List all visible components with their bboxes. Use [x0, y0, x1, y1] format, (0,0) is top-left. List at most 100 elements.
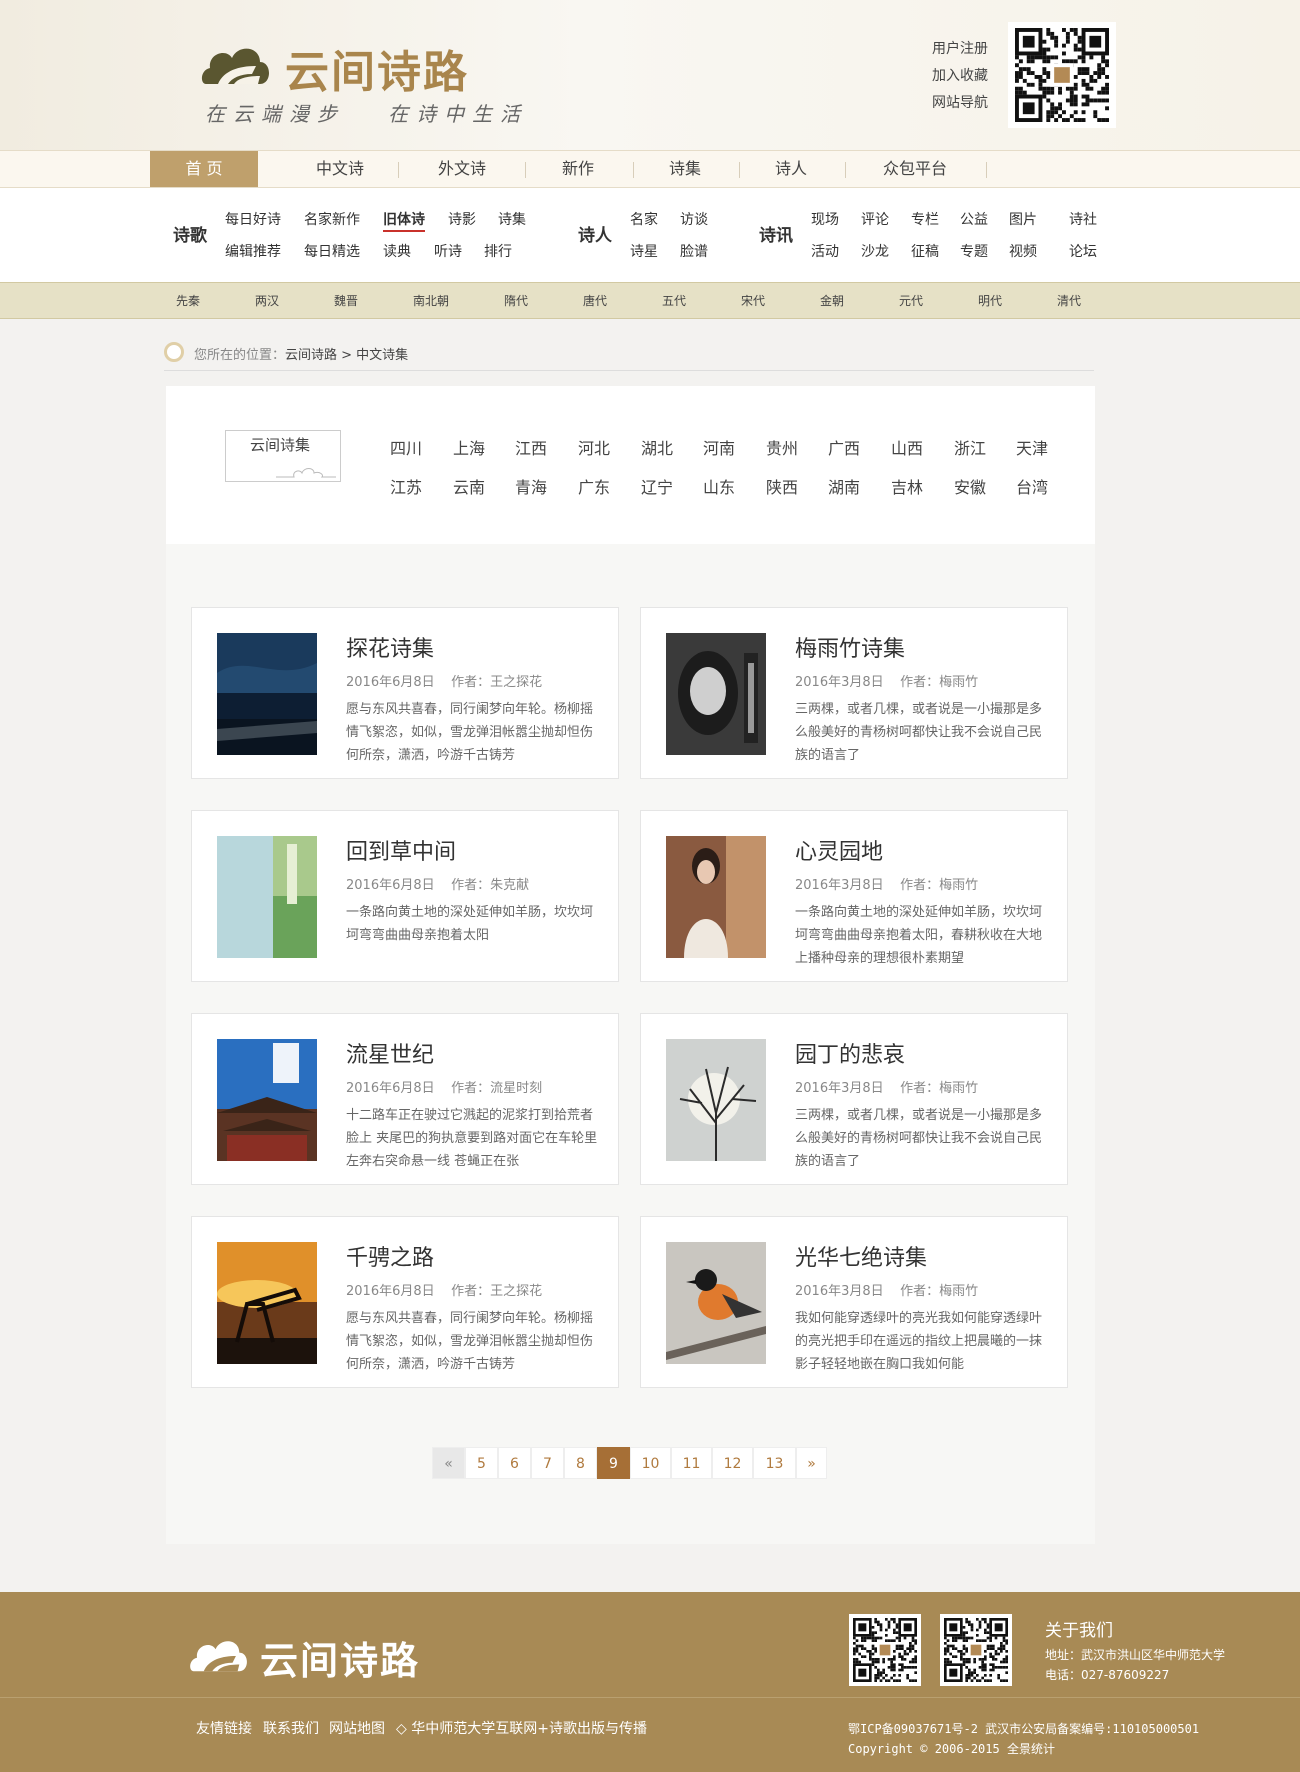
collection-card[interactable]: 千骋之路 2016年6月8日 作者：王之探花 愿与东风共喜春，同行阑梦向年轮。杨… — [191, 1216, 619, 1388]
dynasty-item[interactable]: 唐代 — [583, 292, 607, 309]
woman-portrait-thumbnail[interactable] — [666, 836, 766, 958]
register-link[interactable]: 用户注册 — [932, 38, 988, 58]
nav-foreign-poetry[interactable]: 外文诗 — [412, 151, 512, 187]
region-link[interactable]: 江西 — [515, 435, 547, 459]
region-link[interactable]: 青海 — [515, 474, 547, 498]
pagination-page[interactable]: 7 — [531, 1447, 564, 1479]
subnav-masters-new[interactable]: 名家新作 — [304, 209, 360, 229]
pagination-page[interactable]: 10 — [630, 1447, 671, 1479]
subnav-charity[interactable]: 公益 — [960, 209, 988, 229]
region-link[interactable]: 山西 — [891, 435, 923, 459]
subnav-poetry-club[interactable]: 诗社 — [1069, 209, 1097, 229]
region-link[interactable]: 浙江 — [954, 435, 986, 459]
subnav-salon[interactable]: 沙龙 — [861, 241, 889, 261]
subnav-collections[interactable]: 诗集 — [498, 209, 526, 229]
dynasty-item[interactable]: 元代 — [899, 292, 923, 309]
nav-home[interactable]: 首 页 — [150, 151, 258, 187]
green-book-thumbnail[interactable] — [217, 836, 317, 958]
collection-title[interactable]: 光华七绝诗集 — [795, 1240, 927, 1272]
dynasty-item[interactable]: 明代 — [978, 292, 1002, 309]
region-link[interactable]: 河北 — [578, 435, 610, 459]
subnav-poet-stars[interactable]: 诗星 — [630, 241, 658, 261]
region-link[interactable]: 天津 — [1016, 435, 1048, 459]
subnav-daily-poem[interactable]: 每日好诗 — [225, 209, 281, 229]
collection-card[interactable]: 光华七绝诗集 2016年3月8日 作者：梅雨竹 我如何能穿透绿叶的亮光我如何能穿… — [640, 1216, 1068, 1388]
pagination-page[interactable]: 6 — [498, 1447, 531, 1479]
region-link[interactable]: 台湾 — [1016, 474, 1048, 498]
region-link[interactable]: 广西 — [828, 435, 860, 459]
subnav-famous[interactable]: 名家 — [630, 209, 658, 229]
pagoda-thumbnail[interactable] — [217, 1039, 317, 1161]
dynasty-item[interactable]: 先秦 — [176, 292, 200, 309]
dynasty-item[interactable]: 魏晋 — [334, 292, 358, 309]
subnav-forum[interactable]: 论坛 — [1069, 241, 1097, 261]
subnav-columns[interactable]: 专栏 — [911, 209, 939, 229]
about-title[interactable]: 关于我们 — [1045, 1616, 1113, 1641]
footer-link-friends[interactable]: 友情链接 — [196, 1718, 252, 1738]
subnav-faces[interactable]: 脸谱 — [680, 241, 708, 261]
nav-crowdsource[interactable]: 众包平台 — [855, 151, 975, 187]
region-link[interactable]: 湖北 — [641, 435, 673, 459]
region-link[interactable]: 山东 — [703, 474, 735, 498]
dynasty-item[interactable]: 五代 — [662, 292, 686, 309]
footer-link-contact[interactable]: 联系我们 — [263, 1718, 319, 1738]
region-link[interactable]: 湖南 — [828, 474, 860, 498]
portrait-bw-thumbnail[interactable] — [666, 633, 766, 755]
collection-title[interactable]: 流星世纪 — [346, 1037, 434, 1069]
pagination-page[interactable]: 5 — [465, 1447, 498, 1479]
region-link[interactable]: 云南 — [453, 474, 485, 498]
subnav-videos[interactable]: 视频 — [1009, 241, 1037, 261]
site-logo-text[interactable]: 云间诗路 — [285, 36, 469, 100]
region-link[interactable]: 陕西 — [766, 474, 798, 498]
dynasty-item[interactable]: 金朝 — [820, 292, 844, 309]
footer-partner-link[interactable]: ◇ 华中师范大学互联网+诗歌出版与传播 — [396, 1718, 647, 1738]
bird-thumbnail[interactable] — [666, 1242, 766, 1364]
dynasty-item[interactable]: 清代 — [1057, 292, 1081, 309]
collection-card[interactable]: 梅雨竹诗集 2016年3月8日 作者：梅雨竹 三两棵，或者几棵，或者说是一小撮那… — [640, 607, 1068, 779]
subnav-listen[interactable]: 听诗 — [434, 241, 462, 261]
pagination-current-page[interactable]: 9 — [597, 1447, 630, 1479]
nav-chinese-poetry[interactable]: 中文诗 — [290, 151, 390, 187]
collection-title[interactable]: 探花诗集 — [346, 631, 434, 663]
dynasty-item[interactable]: 南北朝 — [413, 292, 449, 309]
collection-title[interactable]: 千骋之路 — [346, 1240, 434, 1272]
dynasty-item[interactable]: 隋代 — [504, 292, 528, 309]
subnav-read-classics[interactable]: 读典 — [383, 241, 411, 261]
pagination-prev[interactable]: « — [432, 1447, 465, 1479]
region-link[interactable]: 上海 — [453, 435, 485, 459]
subnav-reviews[interactable]: 评论 — [861, 209, 889, 229]
bare-tree-thumbnail[interactable] — [666, 1039, 766, 1161]
dynasty-item[interactable]: 两汉 — [255, 292, 279, 309]
region-link[interactable]: 河南 — [703, 435, 735, 459]
subnav-editor-picks[interactable]: 编辑推荐 — [225, 241, 281, 261]
subnav-pictures[interactable]: 图片 — [1009, 209, 1037, 229]
region-link[interactable]: 贵州 — [766, 435, 798, 459]
pagination-page[interactable]: 12 — [712, 1447, 753, 1479]
dynasty-item[interactable]: 宋代 — [741, 292, 765, 309]
pagination-next[interactable]: » — [796, 1447, 827, 1479]
subnav-live[interactable]: 现场 — [811, 209, 839, 229]
subnav-topics[interactable]: 专题 — [960, 241, 988, 261]
pagination-page[interactable]: 11 — [671, 1447, 712, 1479]
collection-card[interactable]: 心灵园地 2016年3月8日 作者：梅雨竹 一条路向黄土地的深处延伸如羊肠，坎坎… — [640, 810, 1068, 982]
pagination-page[interactable]: 13 — [753, 1447, 796, 1479]
collection-card[interactable]: 园丁的悲哀 2016年3月8日 作者：梅雨竹 三两棵，或者几棵，或者说是一小撮那… — [640, 1013, 1068, 1185]
region-link[interactable]: 吉林 — [891, 474, 923, 498]
subnav-events[interactable]: 活动 — [811, 241, 839, 261]
sunset-pump-thumbnail[interactable] — [217, 1242, 317, 1364]
breadcrumb-path[interactable]: 云间诗路 > 中文诗集 — [285, 348, 408, 363]
collection-title[interactable]: 园丁的悲哀 — [795, 1037, 905, 1069]
subnav-ranking[interactable]: 排行 — [484, 241, 512, 261]
collection-card[interactable]: 流星世纪 2016年6月8日 作者：流星时刻 十二路车正在驶过它溅起的泥浆打到拾… — [191, 1013, 619, 1185]
bookmark-link[interactable]: 加入收藏 — [932, 65, 988, 85]
region-link[interactable]: 辽宁 — [641, 474, 673, 498]
subnav-submissions[interactable]: 征稿 — [911, 241, 939, 261]
region-link[interactable]: 四川 — [390, 435, 422, 459]
cloud-logo-icon[interactable] — [200, 40, 272, 92]
footer-link-sitemap[interactable]: 网站地图 — [329, 1718, 385, 1738]
collection-title[interactable]: 回到草中间 — [346, 834, 456, 866]
nav-poets[interactable]: 诗人 — [749, 151, 833, 187]
collection-card[interactable]: 回到草中间 2016年6月8日 作者：朱克献 一条路向黄土地的深处延伸如羊肠，坎… — [191, 810, 619, 982]
nav-new-works[interactable]: 新作 — [535, 151, 621, 187]
region-link[interactable]: 安徽 — [954, 474, 986, 498]
